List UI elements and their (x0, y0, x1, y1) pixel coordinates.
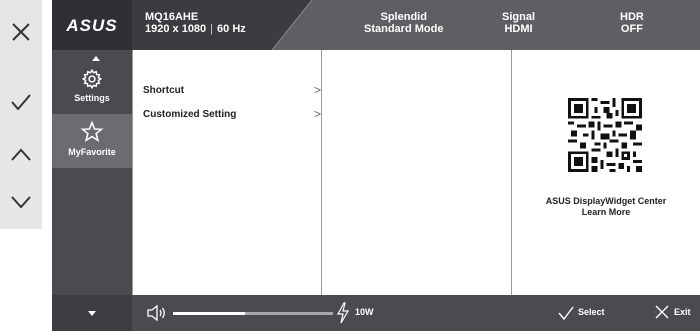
signal-value: HDMI (504, 23, 533, 35)
hdr-label: HDR (620, 11, 644, 23)
model-name: MQ16AHE (145, 11, 199, 23)
refresh-rate-text: 60 Hz (217, 23, 246, 35)
close-icon (655, 305, 669, 319)
options-panel (322, 50, 512, 295)
widget-title: ASUS DisplayWidget Center (545, 196, 667, 206)
check-icon (11, 94, 31, 111)
svg-text:ASUS: ASUS (65, 16, 117, 35)
hdr-status: HDR OFF (620, 11, 644, 35)
up-key[interactable] (0, 135, 42, 175)
menu-item-label: Shortcut (143, 84, 185, 96)
learn-more-link[interactable]: Learn More (512, 207, 700, 218)
sidebar-item-label: MyFavorite (68, 147, 116, 157)
close-key[interactable] (0, 12, 42, 52)
footer-left-block (52, 295, 132, 331)
osd-menu: ASUS MQ16AHE 1920 x 1080 | 60 Hz Splendid … (52, 0, 700, 331)
monitor-keys-strip (0, 0, 42, 229)
menu-item-label: Customized Setting (143, 108, 237, 120)
close-icon (12, 23, 30, 41)
info-panel: ASUS DisplayWidget Center Learn More (512, 50, 700, 295)
qr-code-icon (568, 98, 642, 172)
sidebar-item-label: Settings (74, 93, 110, 103)
menu-item-shortcut[interactable]: Shortcut > (143, 82, 321, 98)
check-icon (558, 306, 574, 321)
signal-status: Signal HDMI (502, 11, 535, 35)
splendid-label: Splendid (380, 11, 427, 23)
chevron-right-icon: > (313, 83, 321, 97)
chevron-up-icon (11, 148, 31, 161)
splendid-value: Standard Mode (364, 23, 444, 35)
gear-icon (81, 68, 103, 90)
chevron-down-icon (11, 196, 31, 209)
speaker-icon (147, 304, 165, 322)
signal-label: Signal (502, 11, 536, 23)
scroll-down-arrow-icon[interactable] (88, 311, 96, 316)
sidebar: Settings MyFavorite (52, 50, 132, 295)
check-key[interactable] (0, 82, 42, 122)
sidebar-item-myfavorite[interactable]: MyFavorite (52, 114, 132, 168)
splendid-status: Splendid Standard Mode (364, 11, 443, 35)
volume-slider-fill (173, 312, 245, 315)
menu-item-customized-setting[interactable]: Customized Setting > (143, 106, 321, 122)
volume-slider[interactable] (173, 312, 333, 315)
select-label[interactable]: Select (578, 307, 605, 318)
osd-footer: 10W Select Exit (52, 295, 700, 331)
osd-header: ASUS MQ16AHE 1920 x 1080 | 60 Hz Splendid … (52, 0, 700, 50)
power-consumption: 10W (355, 307, 374, 317)
star-icon (80, 120, 104, 143)
submenu-panel: Shortcut > Customized Setting > (132, 50, 322, 295)
resolution-text: 1920 x 1080 (145, 23, 207, 35)
down-key[interactable] (0, 182, 42, 222)
asus-logo-icon: ASUS (65, 16, 117, 35)
sidebar-item-settings[interactable]: Settings (52, 60, 132, 114)
brand-block: ASUS (52, 0, 132, 50)
hdr-value: OFF (620, 23, 643, 35)
exit-label[interactable]: Exit (674, 307, 691, 318)
lightning-icon (336, 302, 350, 324)
model-info: MQ16AHE 1920 x 1080 | 60 Hz (145, 11, 246, 35)
divider: | (210, 23, 214, 35)
chevron-right-icon: > (313, 107, 321, 121)
